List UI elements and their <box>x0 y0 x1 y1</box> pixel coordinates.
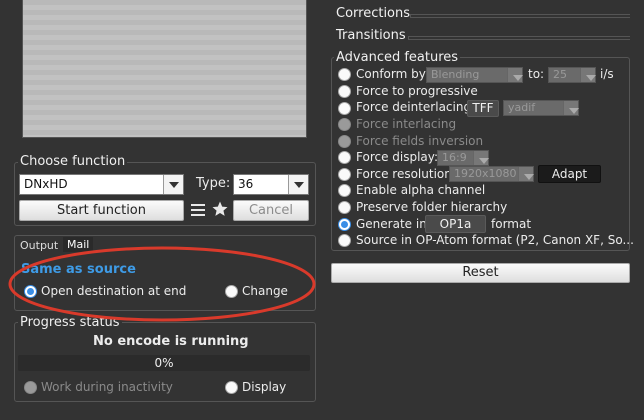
tab-output[interactable]: Output <box>16 238 63 253</box>
force-display-radio[interactable] <box>338 151 351 164</box>
work-during-inactivity-label: Work during inactivity <box>41 380 173 394</box>
corrections-section[interactable]: Corrections <box>336 6 630 21</box>
change-radio[interactable] <box>225 285 238 298</box>
generate-in-radio[interactable] <box>338 218 351 231</box>
star-icon[interactable] <box>211 200 229 218</box>
force-resolution-label: Force resolution: <box>356 167 456 181</box>
force-progressive-label: Force to progressive <box>356 84 478 98</box>
op1a-button[interactable]: OP1a <box>425 215 486 233</box>
force-interlacing-label: Force interlacing <box>356 117 457 131</box>
transitions-title: Transitions <box>336 28 406 43</box>
source-op-atom-radio[interactable] <box>338 234 351 247</box>
source-op-atom-label: Source in OP-Atom format (P2, Canon XF, … <box>356 233 634 247</box>
type-label: Type: <box>196 176 231 191</box>
force-deinterlacing-label: Force deinterlacing: <box>356 100 476 114</box>
progress-status-title: Progress status <box>18 315 122 330</box>
conform-by-label: Conform by: <box>356 67 430 81</box>
enable-alpha-label: Enable alpha channel <box>356 183 486 197</box>
tab-mail[interactable]: Mail <box>63 237 94 252</box>
transitions-divider <box>408 36 630 40</box>
reset-button[interactable]: Reset <box>331 263 630 283</box>
generate-in-label: Generate in <box>356 217 427 231</box>
progress-percent: 0% <box>154 356 174 370</box>
function-select[interactable]: DNxHD <box>19 174 184 195</box>
display-label: Display <box>242 380 287 394</box>
transitions-section[interactable]: Transitions <box>336 28 630 43</box>
function-select-value: DNxHD <box>24 177 68 191</box>
start-function-button[interactable]: Start function <box>19 200 184 221</box>
conform-select[interactable]: Blending <box>426 67 523 83</box>
conform-select-value: Blending <box>431 68 480 81</box>
force-deinterlacing-radio[interactable] <box>338 102 351 115</box>
choose-function-title: Choose function <box>18 154 128 169</box>
work-during-inactivity-radio[interactable] <box>24 381 37 394</box>
progress-bar: 0% <box>18 355 310 371</box>
encode-status-text: No encode is running <box>93 334 249 349</box>
conform-by-radio[interactable] <box>338 68 351 81</box>
open-destination-radio[interactable] <box>24 285 37 298</box>
fps-unit-label: i/s <box>600 67 614 81</box>
fps-select[interactable]: 25 <box>548 67 596 83</box>
resolution-select-value: 1920x1080 <box>454 167 517 180</box>
to-label: to: <box>528 67 545 81</box>
deinterlace-select-value: yadif <box>508 101 536 114</box>
chevron-down-icon <box>518 167 534 181</box>
corrections-title: Corrections <box>336 6 411 21</box>
advanced-features-title: Advanced features <box>334 50 461 65</box>
chevron-down-icon <box>163 175 183 194</box>
display-aspect-value: 16:9 <box>442 151 467 164</box>
force-progressive-radio[interactable] <box>338 85 351 98</box>
cancel-button[interactable]: Cancel <box>233 200 309 221</box>
chevron-down-icon <box>580 68 596 82</box>
type-select-value: 36 <box>238 177 254 191</box>
deinterlace-select[interactable]: yadif <box>503 100 579 116</box>
same-as-source-label: Same as source <box>21 262 136 277</box>
adapt-button[interactable]: Adapt <box>538 165 601 183</box>
preserve-folder-radio[interactable] <box>338 201 351 214</box>
force-display-label: Force display: <box>356 150 439 164</box>
force-resolution-radio[interactable] <box>338 168 351 181</box>
force-interlacing-radio[interactable] <box>338 118 351 131</box>
resolution-select[interactable]: 1920x1080 <box>449 166 534 182</box>
force-fields-inversion-label: Force fields inversion <box>356 134 484 148</box>
type-select[interactable]: 36 <box>233 174 309 195</box>
force-fields-inversion-radio[interactable] <box>338 135 351 148</box>
format-label: format <box>491 217 532 231</box>
change-label: Change <box>242 284 288 298</box>
enable-alpha-radio[interactable] <box>338 184 351 197</box>
chevron-down-icon <box>288 175 308 194</box>
chevron-down-icon <box>473 151 489 165</box>
display-radio[interactable] <box>225 381 238 394</box>
display-aspect-select[interactable]: 16:9 <box>437 150 489 166</box>
preserve-folder-label: Preserve folder hierarchy <box>356 200 508 214</box>
menu-icon[interactable] <box>190 203 206 217</box>
fps-select-value: 25 <box>553 68 567 81</box>
corrections-divider <box>410 14 630 18</box>
video-preview <box>22 0 307 138</box>
chevron-down-icon <box>507 68 523 82</box>
open-destination-label: Open destination at end <box>41 284 187 298</box>
tff-button[interactable]: TFF <box>467 100 499 117</box>
chevron-down-icon <box>563 101 579 115</box>
